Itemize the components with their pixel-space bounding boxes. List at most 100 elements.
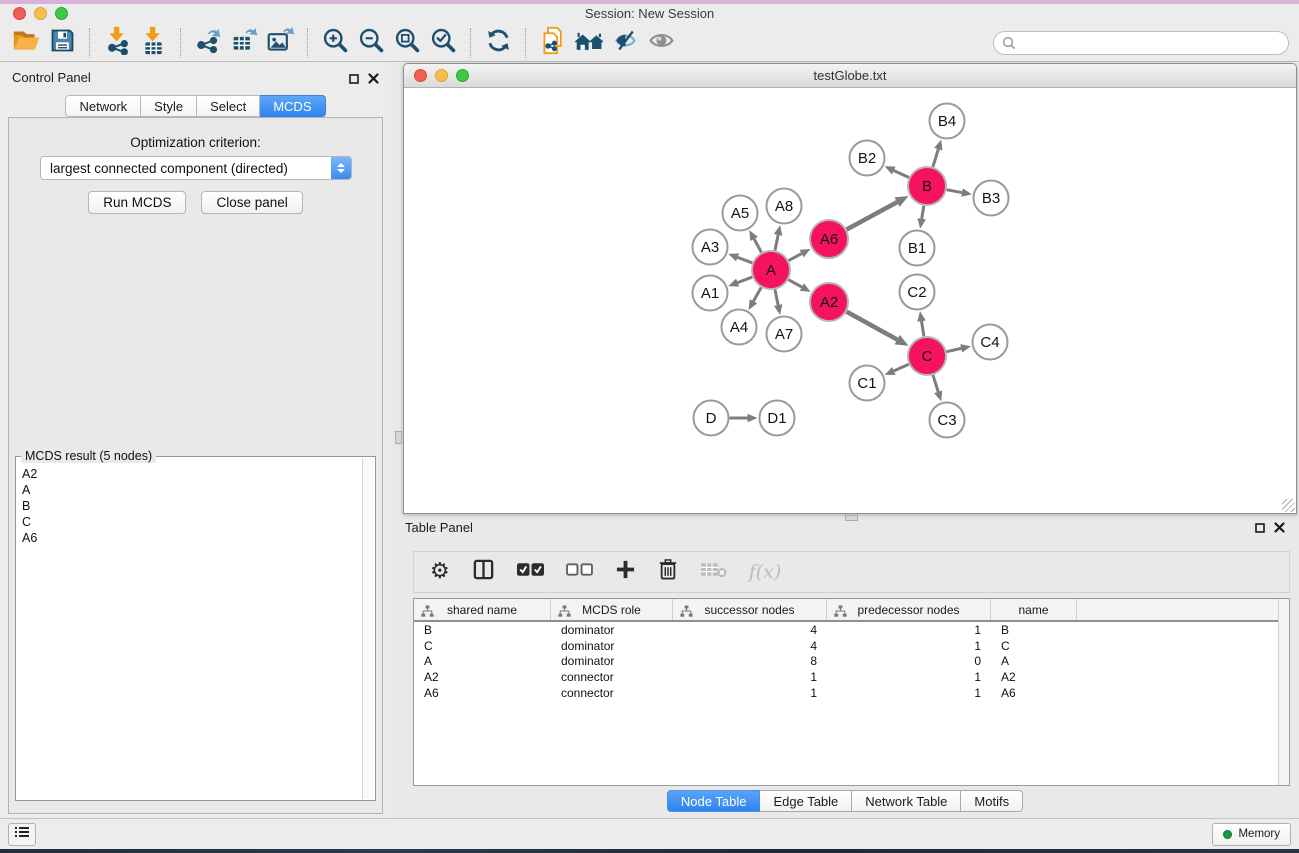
memory-button[interactable]: Memory xyxy=(1212,823,1291,846)
open-session-button[interactable] xyxy=(8,27,44,59)
zoom-selected-button[interactable] xyxy=(425,27,461,59)
network-window-titlebar[interactable]: testGlobe.txt xyxy=(404,64,1296,88)
show-hide-panel-button[interactable] xyxy=(643,27,679,59)
network-zoom-button[interactable] xyxy=(456,69,469,82)
run-mcds-button[interactable]: Run MCDS xyxy=(88,191,186,214)
table-row[interactable]: Adominator80A xyxy=(414,653,1289,669)
minimize-window-button[interactable] xyxy=(34,7,47,20)
column-header-MCDS-role[interactable]: MCDS role xyxy=(551,599,673,620)
mcds-result-list[interactable]: A2ABCA6 xyxy=(16,462,361,798)
edge-B-B1[interactable] xyxy=(922,206,924,219)
deselect-all-button[interactable] xyxy=(566,557,593,587)
edge-B-B3[interactable] xyxy=(947,190,962,193)
select-all-button[interactable] xyxy=(517,557,544,587)
table-row[interactable]: Cdominator41C xyxy=(414,638,1289,654)
show-columns-button[interactable] xyxy=(472,557,495,587)
zoom-window-button[interactable] xyxy=(55,7,68,20)
edge-A-A1[interactable] xyxy=(738,277,753,283)
column-header-shared-name[interactable]: shared name xyxy=(414,599,551,620)
edge-A-A7[interactable] xyxy=(775,290,778,305)
column-header-predecessor-nodes[interactable]: predecessor nodes xyxy=(827,599,991,620)
edge-A-A8[interactable] xyxy=(775,235,778,250)
float-table-panel-icon[interactable] xyxy=(1255,520,1265,538)
edge-A-A6[interactable] xyxy=(789,254,802,261)
close-table-panel-icon[interactable] xyxy=(1274,520,1285,538)
tab-node-table[interactable]: Node Table xyxy=(667,790,761,812)
edge-arrowhead xyxy=(917,218,925,229)
network-canvas[interactable]: B4B2BB3A5A8A6A3B1AA1C2A2A4A7C4CC1C3DD1 xyxy=(404,88,1296,513)
table-scrollbar[interactable] xyxy=(1278,599,1289,785)
close-window-button[interactable] xyxy=(13,7,26,20)
result-item[interactable]: A2 xyxy=(22,466,361,482)
zoom-out-button[interactable] xyxy=(353,27,389,59)
clone-network-button[interactable] xyxy=(535,27,571,59)
result-item[interactable]: B xyxy=(22,498,361,514)
result-item[interactable]: A6 xyxy=(22,530,361,546)
network-minimize-button[interactable] xyxy=(435,69,448,82)
import-table-button[interactable] xyxy=(135,27,171,59)
cell-MCDS-role: connector xyxy=(551,686,673,700)
table-toolbar: ⚙f(x) xyxy=(413,551,1290,593)
criterion-dropdown[interactable]: largest connected component (directed) xyxy=(40,156,352,180)
edge-A-A4[interactable] xyxy=(753,287,761,301)
edge-C-C1[interactable] xyxy=(894,364,909,371)
window-resize-grip[interactable] xyxy=(1282,499,1295,512)
network-window-controls[interactable] xyxy=(414,69,469,82)
task-history-button[interactable] xyxy=(8,823,36,846)
save-session-button[interactable] xyxy=(44,27,80,59)
tab-select[interactable]: Select xyxy=(197,95,260,117)
column-header-name[interactable]: name xyxy=(991,599,1077,620)
float-panel-icon[interactable] xyxy=(349,71,359,89)
table-row[interactable]: A6connector11A6 xyxy=(414,685,1289,701)
edge-A-A5[interactable] xyxy=(754,239,761,253)
network-graph[interactable]: B4B2BB3A5A8A6A3B1AA1C2A2A4A7C4CC1C3DD1 xyxy=(404,88,1296,513)
close-panel-icon[interactable] xyxy=(368,71,379,89)
table-row[interactable]: A2connector11A2 xyxy=(414,669,1289,685)
edge-B-B2[interactable] xyxy=(894,170,909,177)
edge-A2-C[interactable] xyxy=(847,312,898,340)
optimization-criterion-label: Optimization criterion: xyxy=(9,135,382,150)
column-header-successor-nodes[interactable]: successor nodes xyxy=(673,599,827,620)
add-row-button[interactable] xyxy=(615,557,636,587)
settings-gear-button[interactable]: ⚙ xyxy=(430,557,450,587)
tab-network[interactable]: Network xyxy=(65,95,141,117)
result-scrollbar[interactable] xyxy=(362,458,374,799)
edge-A6-B[interactable] xyxy=(847,202,898,229)
select-all-icon xyxy=(517,561,544,583)
result-item[interactable]: A xyxy=(22,482,361,498)
node-label-A2: A2 xyxy=(820,294,838,311)
toggle-style-button[interactable] xyxy=(607,27,643,59)
tab-style[interactable]: Style xyxy=(141,95,197,117)
result-item[interactable]: C xyxy=(22,514,361,530)
refresh-button[interactable] xyxy=(480,27,516,59)
cell-name: C xyxy=(991,639,1077,653)
edge-A-A3[interactable] xyxy=(738,257,753,263)
cell-predecessor-nodes: 1 xyxy=(827,670,991,684)
delete-row-icon xyxy=(658,558,678,586)
tab-motifs[interactable]: Motifs xyxy=(961,790,1023,812)
tab-network-table[interactable]: Network Table xyxy=(852,790,961,812)
table-row[interactable]: Bdominator41B xyxy=(414,622,1289,638)
edge-B-B4[interactable] xyxy=(933,149,938,167)
export-image-button[interactable] xyxy=(262,27,298,59)
tab-mcds[interactable]: MCDS xyxy=(260,95,325,117)
import-network-button[interactable] xyxy=(99,27,135,59)
tab-edge-table[interactable]: Edge Table xyxy=(760,790,852,812)
search-input[interactable] xyxy=(993,31,1289,55)
zoom-fit-button[interactable] xyxy=(389,27,425,59)
edge-A-A2[interactable] xyxy=(789,280,802,287)
network-close-button[interactable] xyxy=(414,69,427,82)
export-table-button[interactable] xyxy=(226,27,262,59)
export-network-button[interactable] xyxy=(190,27,226,59)
edge-C-C4[interactable] xyxy=(947,348,962,351)
zoom-in-button[interactable] xyxy=(317,27,353,59)
dropdown-stepper-icon[interactable] xyxy=(331,157,351,179)
window-controls[interactable] xyxy=(13,7,68,20)
horizontal-splitter-grip[interactable] xyxy=(845,515,858,521)
edge-C-C2[interactable] xyxy=(922,321,924,336)
home-view-button[interactable] xyxy=(571,27,607,59)
vertical-splitter-grip[interactable] xyxy=(395,431,402,444)
edge-C-C3[interactable] xyxy=(933,375,938,392)
close-panel-button[interactable]: Close panel xyxy=(201,191,302,214)
delete-row-button[interactable] xyxy=(658,557,678,587)
